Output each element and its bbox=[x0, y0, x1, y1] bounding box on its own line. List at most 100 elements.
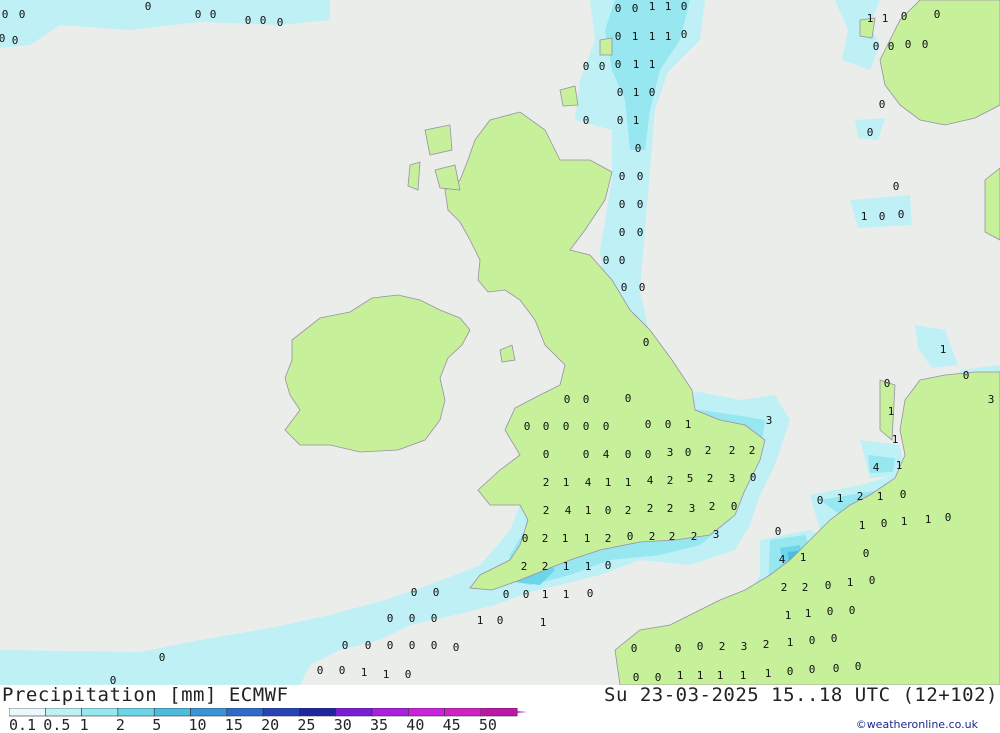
legend-label: 1 bbox=[80, 716, 89, 733]
legend-swatch bbox=[44, 708, 82, 717]
precip-value-label: 0 bbox=[583, 393, 590, 406]
precip-value-label: 2 bbox=[605, 532, 612, 545]
legend-swatch bbox=[371, 708, 409, 717]
precip-value-label: 0 bbox=[809, 634, 816, 647]
precip-value-label: 5 bbox=[687, 472, 694, 485]
precip-value-label: 2 bbox=[667, 502, 674, 515]
legend-label: 45 bbox=[443, 716, 461, 733]
precip-value-label: 0 bbox=[342, 639, 349, 652]
precip-value-label: 1 bbox=[665, 0, 672, 13]
precip-value-label: 0 bbox=[524, 420, 531, 433]
precip-value-label: 0 bbox=[433, 586, 440, 599]
precip-value-label: 1 bbox=[882, 12, 889, 25]
run-timestamp: Su 23-03-2025 15..18 UTC (12+102) bbox=[604, 684, 998, 706]
precip-value-label: 0 bbox=[879, 98, 886, 111]
precip-value-label: 0 bbox=[787, 665, 794, 678]
legend-label: 20 bbox=[261, 716, 279, 733]
legend-label: 35 bbox=[370, 716, 388, 733]
precip-value-label: 0 bbox=[631, 642, 638, 655]
precip-value-label: 1 bbox=[697, 669, 704, 682]
precip-value-label: 0 bbox=[453, 641, 460, 654]
precip-value-label: 0 bbox=[635, 142, 642, 155]
precip-value-label: 0 bbox=[873, 40, 880, 53]
precip-value-label: 1 bbox=[633, 86, 640, 99]
precip-value-label: 0 bbox=[583, 114, 590, 127]
precip-value-label: 0 bbox=[603, 420, 610, 433]
precip-value-label: 0 bbox=[681, 28, 688, 41]
precip-value-label: 0 bbox=[963, 369, 970, 382]
precip-value-label: 0 bbox=[605, 559, 612, 572]
precip-value-label: 2 bbox=[707, 472, 714, 485]
precip-value-label: 1 bbox=[940, 343, 947, 356]
precip-value-label: 3 bbox=[741, 640, 748, 653]
precip-value-label: 0 bbox=[615, 58, 622, 71]
precip-value-label: 4 bbox=[565, 504, 572, 517]
precip-value-label: 0 bbox=[617, 86, 624, 99]
precip-value-label: 0 bbox=[643, 336, 650, 349]
land-sweden-edge bbox=[984, 167, 1000, 241]
precip-value-label: 0 bbox=[639, 281, 646, 294]
precip-value-label: 0 bbox=[583, 448, 590, 461]
precip-value-label: 0 bbox=[863, 547, 870, 560]
precip-value-label: 0 bbox=[833, 662, 840, 675]
precip-value-label: 0 bbox=[809, 663, 816, 676]
precip-value-label: 0 bbox=[503, 588, 510, 601]
precip-value-label: 4 bbox=[779, 553, 786, 566]
precip-value-label: 1 bbox=[584, 532, 591, 545]
precip-value-label: 2 bbox=[719, 640, 726, 653]
precip-value-label: 0 bbox=[627, 530, 634, 543]
precip-value-label: 0 bbox=[0, 32, 5, 45]
precip-value-label: 0 bbox=[583, 420, 590, 433]
precip-value-label: 1 bbox=[717, 669, 724, 682]
legend-swatch bbox=[407, 708, 445, 717]
precip-value-label: 0 bbox=[583, 60, 590, 73]
precip-value-label: 0 bbox=[431, 612, 438, 625]
precip-value-label: 1 bbox=[383, 668, 390, 681]
precip-value-label: 1 bbox=[649, 58, 656, 71]
precip-value-label: 0 bbox=[159, 651, 166, 664]
precip-value-label: 0 bbox=[825, 579, 832, 592]
precip-value-label: 2 bbox=[667, 474, 674, 487]
precip-value-label: 1 bbox=[540, 616, 547, 629]
precip-value-label: 0 bbox=[195, 8, 202, 21]
precip-value-label: 4 bbox=[647, 474, 654, 487]
credit-link[interactable]: ©weatheronline.co.uk bbox=[856, 718, 978, 731]
precip-value-label: 1 bbox=[685, 418, 692, 431]
precip-value-label: 0 bbox=[563, 420, 570, 433]
precip-value-label: 0 bbox=[934, 8, 941, 21]
precip-value-label: 2 bbox=[749, 444, 756, 457]
precip-value-label: 0 bbox=[339, 664, 346, 677]
precip-value-label: 0 bbox=[775, 525, 782, 538]
precip-value-label: 0 bbox=[619, 226, 626, 239]
precip-value-label: 1 bbox=[633, 114, 640, 127]
precip-value-label: 0 bbox=[905, 38, 912, 51]
precip-value-label: 2 bbox=[705, 444, 712, 457]
precip-value-label: 1 bbox=[800, 551, 807, 564]
precip-value-label: 0 bbox=[615, 30, 622, 43]
precip-value-label: 0 bbox=[881, 517, 888, 530]
precip-value-label: 1 bbox=[877, 490, 884, 503]
precip-value-label: 0 bbox=[145, 0, 152, 13]
precip-value-label: 4 bbox=[585, 476, 592, 489]
precip-value-label: 0 bbox=[365, 639, 372, 652]
precip-value-label: 0 bbox=[605, 504, 612, 517]
legend-swatch bbox=[117, 708, 155, 717]
precip-value-label: 0 bbox=[900, 488, 907, 501]
precip-value-label: 1 bbox=[585, 504, 592, 517]
precip-value-label: 0 bbox=[645, 448, 652, 461]
precip-value-label: 2 bbox=[802, 581, 809, 594]
precip-value-label: 0 bbox=[827, 605, 834, 618]
precip-value-label: 0 bbox=[922, 38, 929, 51]
precip-value-label: 1 bbox=[563, 560, 570, 573]
precip-value-label: 1 bbox=[585, 560, 592, 573]
precip-value-label: 0 bbox=[855, 660, 862, 673]
precip-value-label: 1 bbox=[892, 433, 899, 446]
precip-value-label: 0 bbox=[564, 393, 571, 406]
precip-value-label: 0 bbox=[893, 180, 900, 193]
legend-swatch bbox=[299, 708, 336, 717]
precip-value-label: 1 bbox=[888, 405, 895, 418]
precip-value-label: 1 bbox=[563, 476, 570, 489]
precip-value-label: 0 bbox=[697, 640, 704, 653]
legend-label: 15 bbox=[225, 716, 243, 733]
precip-value-label: 2 bbox=[669, 530, 676, 543]
